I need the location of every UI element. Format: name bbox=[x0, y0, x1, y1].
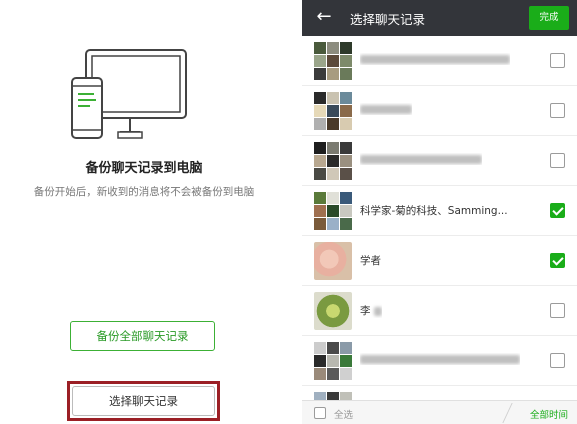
chat-checkbox[interactable] bbox=[550, 153, 565, 168]
select-chats-button[interactable]: 选择聊天记录 bbox=[72, 386, 215, 416]
chat-name bbox=[360, 53, 510, 65]
group-avatar bbox=[314, 92, 352, 130]
chat-name bbox=[360, 153, 482, 165]
arrow-left-icon[interactable]: ← bbox=[312, 5, 336, 29]
group-avatar bbox=[314, 142, 352, 180]
contact-avatar bbox=[314, 242, 352, 280]
chat-name: 科学家-菊的科技、Samming... bbox=[360, 205, 508, 217]
backup-panel: 备份聊天记录到电脑 备份开始后，新收到的消息将不会被备份到电脑 备份全部聊天记录… bbox=[0, 0, 288, 424]
bottom-bar: 全选 全部时间 bbox=[302, 400, 577, 424]
chat-checkbox-checked[interactable] bbox=[550, 253, 565, 268]
chat-row[interactable] bbox=[302, 36, 577, 86]
chat-checkbox[interactable] bbox=[550, 53, 565, 68]
page-title: 选择聊天记录 bbox=[350, 12, 426, 27]
select-all-checkbox[interactable] bbox=[314, 407, 326, 419]
select-chats-panel: ← 选择聊天记录 完成 科学家-菊的科技、Samming... 学者 李 全选 … bbox=[302, 0, 577, 424]
all-time-filter[interactable]: 全部时间 bbox=[530, 407, 568, 421]
chat-row[interactable]: 学者 bbox=[302, 236, 577, 286]
chat-name bbox=[360, 353, 520, 365]
chat-checkbox[interactable] bbox=[550, 103, 565, 118]
chat-row[interactable]: 李 bbox=[302, 286, 577, 336]
chat-row[interactable]: 科学家-菊的科技、Samming... bbox=[302, 186, 577, 236]
chat-checkbox[interactable] bbox=[550, 353, 565, 368]
chat-checkbox-checked[interactable] bbox=[550, 203, 565, 218]
chat-name: 学者 bbox=[360, 255, 381, 267]
select-all-label[interactable]: 全选 bbox=[334, 407, 353, 421]
group-avatar bbox=[314, 192, 352, 230]
desktop-and-phone-icon bbox=[71, 49, 187, 139]
chat-row[interactable] bbox=[302, 386, 577, 400]
group-avatar bbox=[314, 42, 352, 80]
chat-row[interactable] bbox=[302, 336, 577, 386]
chat-row[interactable] bbox=[302, 86, 577, 136]
group-avatar bbox=[314, 342, 352, 380]
contact-avatar bbox=[314, 292, 352, 330]
done-button[interactable]: 完成 bbox=[529, 6, 569, 30]
chat-list: 科学家-菊的科技、Samming... 学者 李 bbox=[302, 36, 577, 400]
backup-subtitle: 备份开始后，新收到的消息将不会被备份到电脑 bbox=[33, 186, 255, 198]
chat-checkbox[interactable] bbox=[550, 303, 565, 318]
group-avatar bbox=[314, 392, 352, 400]
chat-name bbox=[360, 103, 412, 115]
divider bbox=[502, 403, 528, 423]
top-bar: ← 选择聊天记录 完成 bbox=[302, 0, 577, 36]
chat-name: 李 bbox=[360, 303, 382, 318]
backup-title: 备份聊天记录到电脑 bbox=[85, 161, 203, 176]
backup-all-button[interactable]: 备份全部聊天记录 bbox=[70, 321, 215, 351]
chat-row[interactable] bbox=[302, 136, 577, 186]
